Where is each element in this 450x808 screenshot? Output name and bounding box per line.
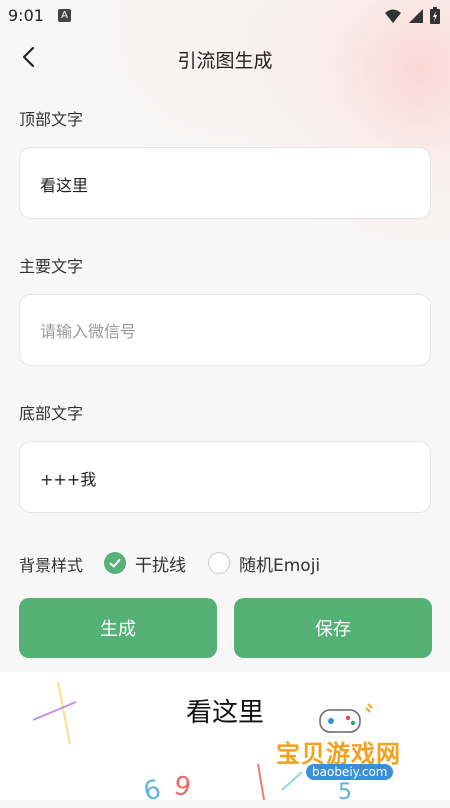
wifi-icon [385, 9, 401, 23]
main-text-field[interactable] [19, 294, 431, 367]
check-icon [109, 558, 121, 568]
main-text-input[interactable] [38, 295, 402, 367]
option-interference-lines[interactable]: 干扰线 [104, 548, 186, 578]
radio-checked[interactable] [104, 552, 126, 574]
status-bar: 9:01 A [0, 0, 450, 32]
option-label: 随机Emoji [239, 555, 321, 576]
app-header: 引流图生成 [0, 38, 450, 78]
option-random-emoji[interactable]: 随机Emoji [208, 548, 320, 578]
signal-icon [409, 8, 423, 23]
top-text-field[interactable] [19, 147, 431, 220]
watermark-url: baobeiy.com [306, 764, 394, 780]
notification-a-icon: A [58, 9, 71, 22]
generate-button[interactable]: 生成 [19, 598, 217, 658]
status-time: 9:01 [8, 6, 44, 25]
battery-icon [430, 7, 440, 24]
main-text-label: 主要文字 [19, 257, 84, 276]
background-style-label: 背景样式 [19, 556, 84, 575]
option-label: 干扰线 [135, 555, 186, 576]
background-style-row: 背景样式 干扰线 随机Emoji [19, 548, 439, 578]
top-text-input[interactable] [38, 148, 402, 220]
watermark-logo: 宝贝游戏网 baobeiy.com [268, 700, 428, 790]
top-text-label: 顶部文字 [19, 110, 84, 129]
page-title: 引流图生成 [177, 50, 273, 72]
radio-unchecked[interactable] [208, 552, 230, 574]
bottom-text-input[interactable] [38, 442, 402, 514]
bottom-text-field[interactable] [19, 441, 431, 514]
bottom-text-label: 底部文字 [19, 404, 84, 423]
save-button[interactable]: 保存 [234, 598, 432, 658]
